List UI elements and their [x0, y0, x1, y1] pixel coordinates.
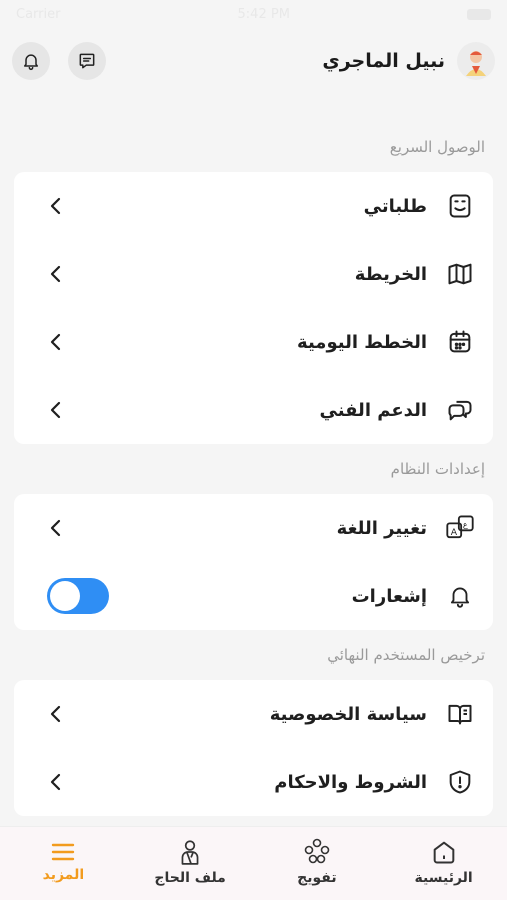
messages-button[interactable] [68, 42, 106, 80]
user-name: نبيل الماجري [322, 50, 445, 72]
book-icon [445, 699, 475, 729]
end-user-license-card: سياسة الخصوصية الشروط والاحكام [14, 680, 493, 816]
menu-item-daily-plans[interactable]: الخطط اليومية [14, 308, 493, 376]
language-icon: Aع [445, 513, 475, 543]
menu-item-my-requests[interactable]: طلباتي [14, 172, 493, 240]
bottom-tab-bar: المزيد ملف الحاج تفويج الرئيسية [0, 826, 507, 900]
menu-item-label: الشروط والاحكام [274, 771, 427, 793]
calendar-icon [445, 327, 475, 357]
header: نبيل الماجري [12, 38, 495, 84]
menu-item-label: سياسة الخصوصية [269, 703, 427, 725]
menu-icon [52, 843, 75, 860]
menu-item-change-language[interactable]: تغيير اللغة Aع [14, 494, 493, 562]
menu-item-label: الخطط اليومية [297, 331, 427, 353]
tab-label: تفويج [297, 869, 337, 886]
group-icon [304, 838, 330, 863]
tab-home[interactable]: الرئيسية [394, 838, 494, 886]
status-bar: Carrier 5:42 PM [0, 0, 507, 28]
battery-icon [466, 8, 491, 20]
menu-item-map[interactable]: الخريطة [14, 240, 493, 308]
avatar-icon [466, 51, 486, 76]
bell-icon [24, 54, 38, 71]
bell-icon [445, 581, 475, 611]
menu-item-label: الدعم الفني [319, 399, 427, 421]
chevron-left-icon [46, 704, 66, 724]
chevron-left-icon [46, 518, 66, 538]
tab-label: الرئيسية [414, 869, 473, 886]
carrier-text: Carrier [16, 6, 61, 22]
menu-item-label: تغيير اللغة [336, 517, 427, 539]
shield-alert-icon [445, 767, 475, 797]
notifications-toggle[interactable] [47, 578, 109, 614]
profile[interactable]: نبيل الماجري [322, 42, 495, 80]
toggle-knob [50, 581, 80, 611]
chevron-left-icon [46, 196, 66, 216]
chevron-left-icon [46, 400, 66, 420]
menu-item-notifications: إشعارات [14, 562, 493, 630]
map-icon [445, 259, 475, 289]
time-text: 5:42 PM [237, 6, 290, 22]
menu-item-label: طلباتي [363, 195, 427, 217]
menu-item-support[interactable]: الدعم الفني [14, 376, 493, 444]
home-icon [433, 841, 454, 863]
tab-grouping[interactable]: تفويج [267, 838, 367, 886]
pilgrim-profile-icon [181, 839, 199, 865]
chevron-left-icon [46, 772, 66, 792]
tab-label: المزيد [42, 866, 85, 883]
chevron-left-icon [46, 264, 66, 284]
menu-item-privacy-policy[interactable]: سياسة الخصوصية [14, 680, 493, 748]
svg-text:A: A [451, 527, 458, 538]
svg-text:ع: ع [463, 520, 468, 529]
tab-pilgrim-profile[interactable]: ملف الحاج [140, 838, 240, 886]
message-icon [79, 53, 95, 69]
quick-access-card: طلباتي الخريطة الخطط اليومية الدعم الفني [14, 172, 493, 444]
section-title-quick-access: الوصول السريع [389, 138, 485, 156]
chevron-left-icon [46, 332, 66, 352]
avatar[interactable] [457, 42, 495, 80]
menu-item-label: الخريطة [354, 263, 427, 285]
section-title-system-settings: إعدادات النظام [390, 460, 485, 478]
notifications-button[interactable] [12, 42, 50, 80]
requests-icon [445, 191, 475, 221]
tab-label: ملف الحاج [154, 869, 226, 886]
tab-more[interactable]: المزيد [13, 841, 113, 883]
menu-item-label: إشعارات [351, 585, 427, 607]
menu-item-terms[interactable]: الشروط والاحكام [14, 748, 493, 816]
support-chat-icon [445, 395, 475, 425]
section-title-end-user-license: ترخيص المستخدم النهائي [327, 646, 485, 664]
system-settings-card: تغيير اللغة Aع إشعارات [14, 494, 493, 630]
